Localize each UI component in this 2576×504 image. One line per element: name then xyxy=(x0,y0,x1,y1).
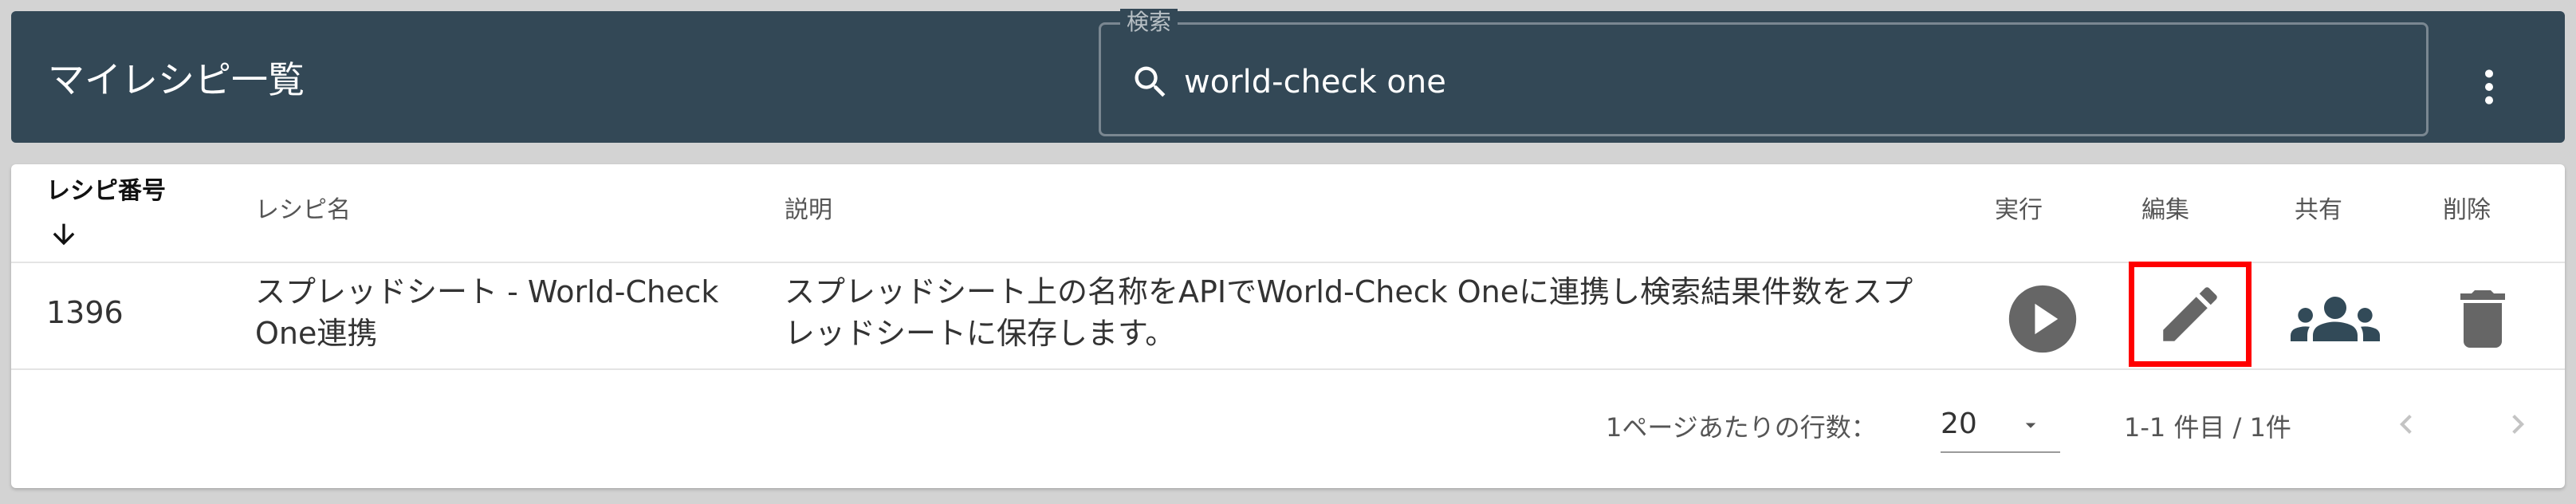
app-header: マイレシピ一覧 検索 xyxy=(11,9,2565,143)
run-button[interactable] xyxy=(1998,274,2087,364)
edit-button[interactable] xyxy=(2129,262,2252,367)
more-menu-button[interactable] xyxy=(2467,55,2511,119)
recipe-id: 1396 xyxy=(46,295,124,330)
delete-button[interactable] xyxy=(2443,274,2523,364)
trash-icon xyxy=(2460,290,2505,348)
group-icon xyxy=(2291,297,2380,341)
share-button[interactable] xyxy=(2283,274,2387,364)
column-header-edit: 編集 xyxy=(2141,196,2189,224)
recipe-description: スプレッドシート上の名称をAPIでWorld-Check Oneに連携し検索結果… xyxy=(785,274,1913,351)
search-field[interactable]: 検索 xyxy=(1099,9,2429,136)
next-page-button[interactable] xyxy=(2495,400,2540,448)
column-header-description: 説明 xyxy=(785,196,832,224)
search-input[interactable] xyxy=(1184,57,2380,108)
page-title: マイレシピ一覧 xyxy=(48,58,305,101)
rows-per-page-label: 1ページあたりの行数： xyxy=(1606,412,1877,443)
chevron-right-icon xyxy=(2512,415,2524,434)
row-divider xyxy=(11,368,2565,370)
recipe-table-card: レシピ番号 レシピ名 説明 実行 編集 共有 削除 1396 スプレッドシート … xyxy=(11,164,2565,488)
column-header-run: 実行 xyxy=(1995,196,2043,224)
pencil-icon xyxy=(2163,287,2217,341)
pagination-range: 1-1 件目 / 1件 xyxy=(2124,412,2291,443)
column-header-name: レシピ名 xyxy=(255,196,351,224)
more-vert-icon xyxy=(2485,69,2493,104)
chevron-left-icon xyxy=(2400,415,2412,434)
arrow-down-icon[interactable] xyxy=(48,219,80,250)
column-header-share: 共有 xyxy=(2295,196,2342,224)
search-label: 検索 xyxy=(1120,9,1178,36)
previous-page-button[interactable] xyxy=(2384,400,2429,448)
rows-per-page-select[interactable]: 20 xyxy=(1941,404,2060,453)
column-header-id[interactable]: レシピ番号 xyxy=(46,177,166,206)
column-header-delete: 削除 xyxy=(2443,196,2491,224)
search-icon xyxy=(1135,66,1166,97)
play-circle-icon xyxy=(2008,285,2077,353)
recipe-name[interactable]: スプレッドシート - World-Check One連携 xyxy=(255,271,749,354)
caret-down-icon xyxy=(2025,423,2036,428)
rows-per-page-value: 20 xyxy=(1941,408,1977,440)
